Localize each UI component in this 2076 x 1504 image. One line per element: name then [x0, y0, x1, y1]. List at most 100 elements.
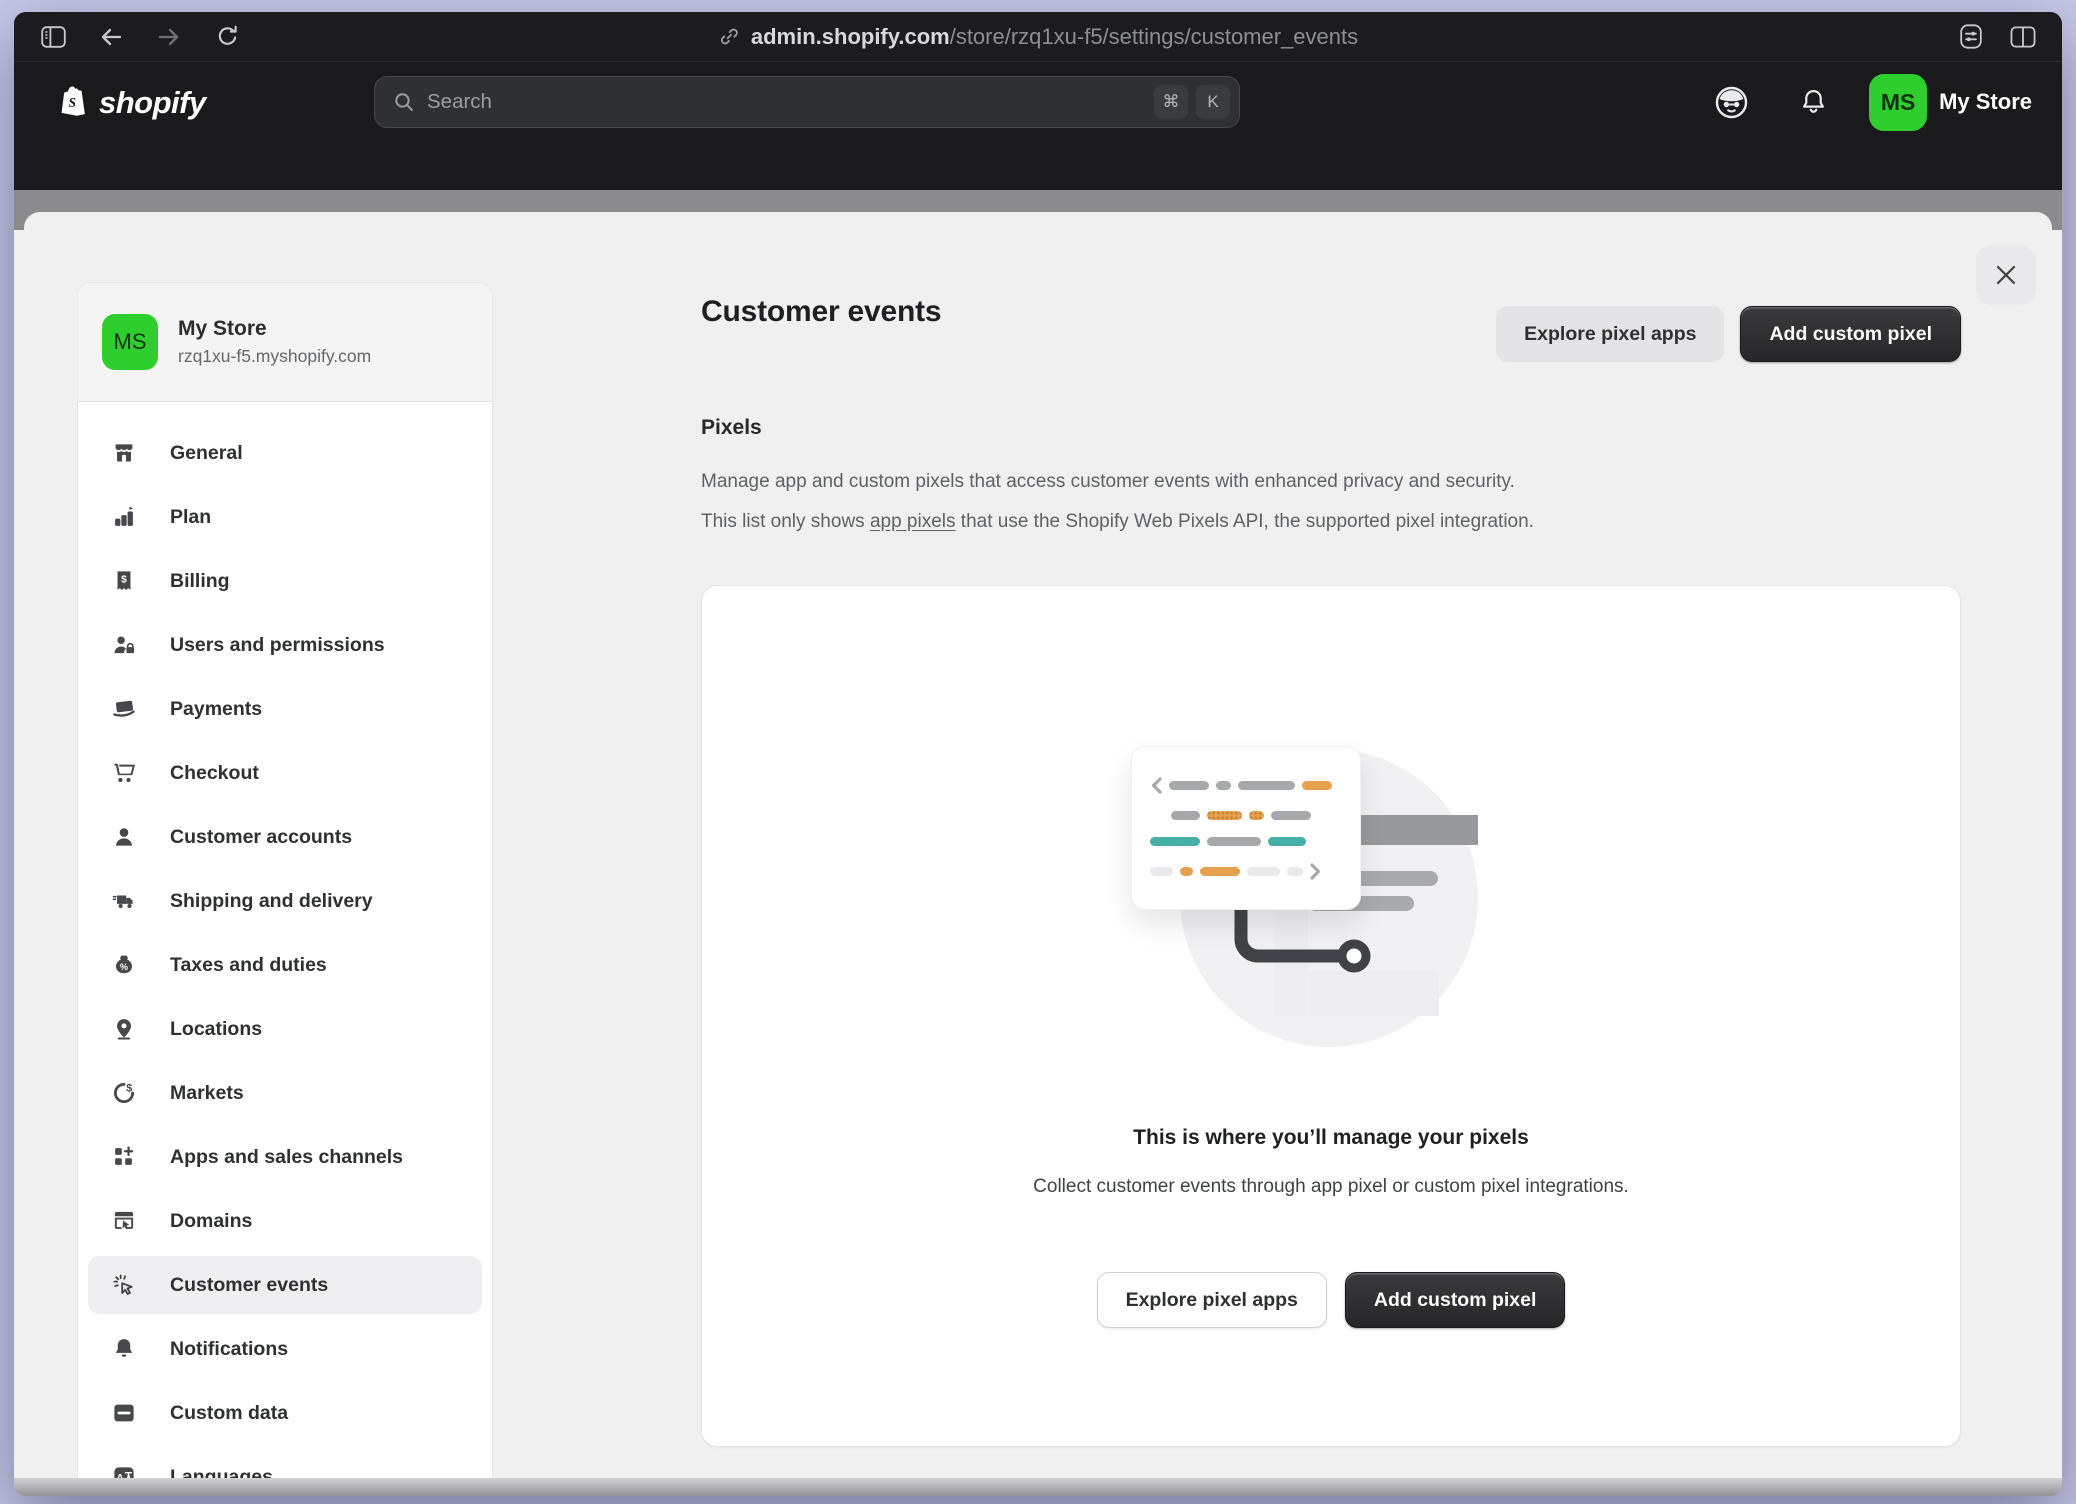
sidebar-item-label: Domains — [170, 1210, 252, 1233]
pixels-description: Manage app and custom pixels that access… — [701, 462, 1961, 542]
search-icon — [393, 91, 415, 113]
sidebar-item-label: Locations — [170, 1018, 262, 1041]
shopify-bag-icon: S — [58, 84, 92, 122]
custom-data-icon — [112, 1401, 136, 1425]
sidebar-item-label: Checkout — [170, 762, 259, 785]
sidebar-item-payments[interactable]: Payments — [88, 680, 482, 738]
forward-icon[interactable] — [156, 24, 182, 50]
settings-sidebar: MS My Store rzq1xu-f5.myshopify.com Gene… — [77, 282, 493, 1478]
command-keycap: ⌘ — [1154, 85, 1188, 119]
page-settings-icon[interactable] — [1958, 24, 1984, 50]
sidebar-item-apps-and-sales-channels[interactable]: Apps and sales channels — [88, 1128, 482, 1186]
empty-state-heading: This is where you’ll manage your pixels — [702, 1126, 1960, 1150]
person-icon — [112, 825, 136, 849]
sidebar-item-label: Shipping and delivery — [170, 890, 373, 913]
sidebar-item-plan[interactable]: Plan — [88, 488, 482, 546]
empty-state-body: Collect customer events through app pixe… — [702, 1176, 1960, 1198]
cursor-events-icon — [112, 1273, 136, 1297]
svg-text:S: S — [68, 95, 75, 110]
sidebar-item-customer-events[interactable]: Customer events — [88, 1256, 482, 1314]
header-store-name[interactable]: My Store — [1939, 89, 2032, 115]
apps-grid-icon — [112, 1145, 136, 1169]
sidebar-item-billing[interactable]: $ Billing — [88, 552, 482, 610]
globe-dollar-icon: $ — [112, 1081, 136, 1105]
billing-icon: $ — [112, 569, 136, 593]
tax-bag-icon: % — [112, 953, 136, 977]
reload-icon[interactable] — [214, 24, 240, 50]
plan-icon — [112, 505, 136, 529]
page-title: Customer events — [701, 290, 941, 334]
sidebar-item-users-and-permissions[interactable]: Users and permissions — [88, 616, 482, 674]
sidebar-item-label: Languages — [170, 1466, 273, 1479]
users-lock-icon — [112, 633, 136, 657]
sidebar-item-label: Notifications — [170, 1338, 288, 1361]
close-icon — [1993, 262, 2019, 288]
sidebar-item-taxes-and-duties[interactable]: % Taxes and duties — [88, 936, 482, 994]
store-avatar[interactable]: MS — [1869, 74, 1927, 131]
sidebar-item-customer-accounts[interactable]: Customer accounts — [88, 808, 482, 866]
explore-pixel-apps-button[interactable]: Explore pixel apps — [1496, 306, 1724, 362]
sidebar-item-label: Markets — [170, 1082, 244, 1105]
split-view-icon[interactable] — [2010, 24, 2036, 50]
app-pixels-link[interactable]: app pixels — [870, 511, 956, 532]
sidebar-item-checkout[interactable]: Checkout — [88, 744, 482, 802]
domain-window-icon — [112, 1209, 136, 1233]
browser-window: admin.shopify.com/store/rzq1xu-f5/settin… — [14, 12, 2062, 1496]
admin-header: S shopify Search ⌘ K — [14, 62, 2062, 190]
bell-icon — [112, 1337, 136, 1361]
assistant-face-icon[interactable] — [1713, 84, 1750, 121]
link-icon — [718, 25, 741, 48]
search-placeholder: Search — [427, 90, 1146, 114]
sidebar-item-languages[interactable]: A Languages — [88, 1448, 482, 1478]
payments-icon — [112, 697, 136, 721]
store-card[interactable]: MS My Store rzq1xu-f5.myshopify.com — [78, 283, 492, 402]
sidebar-item-label: Customer accounts — [170, 826, 352, 849]
dimmed-page-strip — [14, 190, 2062, 212]
store-card-name: My Store — [178, 317, 371, 341]
empty-add-custom-pixel-button[interactable]: Add custom pixel — [1345, 1272, 1566, 1328]
sidebar-item-label: Apps and sales channels — [170, 1146, 403, 1169]
url-field[interactable]: admin.shopify.com/store/rzq1xu-f5/settin… — [718, 12, 1358, 61]
sidebar-item-label: Plan — [170, 506, 211, 529]
sidebar-item-general[interactable]: General — [88, 424, 482, 482]
sidebar-item-label: Taxes and duties — [170, 954, 327, 977]
notifications-bell-icon[interactable] — [1798, 87, 1829, 118]
store-card-domain: rzq1xu-f5.myshopify.com — [178, 346, 371, 367]
close-button[interactable] — [1976, 245, 2036, 305]
shopify-logo[interactable]: S shopify — [58, 84, 206, 122]
sidebar-item-domains[interactable]: Domains — [88, 1192, 482, 1250]
map-pin-icon — [112, 1017, 136, 1041]
code-snippet-illustration — [1131, 746, 1361, 910]
sidebar-toggle-icon[interactable] — [40, 24, 66, 50]
sidebar-nav-list: General Plan $ Billing Users and permissions… — [78, 402, 492, 1478]
sidebar-item-locations[interactable]: Locations — [88, 1000, 482, 1058]
browser-toolbar: admin.shopify.com/store/rzq1xu-f5/settin… — [14, 12, 2062, 62]
svg-text:%: % — [120, 962, 128, 972]
chevron-right-icon — [1310, 863, 1322, 880]
url-domain: admin.shopify.com — [751, 24, 950, 49]
search-input[interactable]: Search ⌘ K — [374, 76, 1240, 128]
sidebar-item-label: Customer events — [170, 1274, 328, 1297]
languages-icon: A — [112, 1465, 136, 1478]
truck-icon — [112, 889, 136, 913]
pixels-section-heading: Pixels — [701, 416, 1961, 440]
sidebar-item-label: Users and permissions — [170, 634, 385, 657]
shopify-wordmark: shopify — [99, 85, 206, 121]
illustration-bar — [1358, 815, 1478, 845]
sidebar-item-markets[interactable]: $ Markets — [88, 1064, 482, 1122]
sidebar-item-notifications[interactable]: Notifications — [88, 1320, 482, 1378]
url-path: /store/rzq1xu-f5/settings/customer_event… — [950, 24, 1358, 49]
svg-text:$: $ — [121, 575, 127, 586]
back-icon[interactable] — [98, 24, 124, 50]
connector-line-icon — [1192, 908, 1392, 992]
sidebar-item-label: Payments — [170, 698, 262, 721]
k-keycap: K — [1196, 85, 1230, 119]
add-custom-pixel-button[interactable]: Add custom pixel — [1740, 306, 1961, 362]
settings-modal: MS My Store rzq1xu-f5.myshopify.com Gene… — [24, 212, 2052, 1478]
empty-explore-pixel-apps-button[interactable]: Explore pixel apps — [1097, 1272, 1327, 1328]
svg-text:A: A — [116, 1473, 124, 1478]
sidebar-item-label: Billing — [170, 570, 230, 593]
sidebar-item-shipping-and-delivery[interactable]: Shipping and delivery — [88, 872, 482, 930]
store-card-avatar: MS — [102, 314, 158, 370]
sidebar-item-custom-data[interactable]: Custom data — [88, 1384, 482, 1442]
